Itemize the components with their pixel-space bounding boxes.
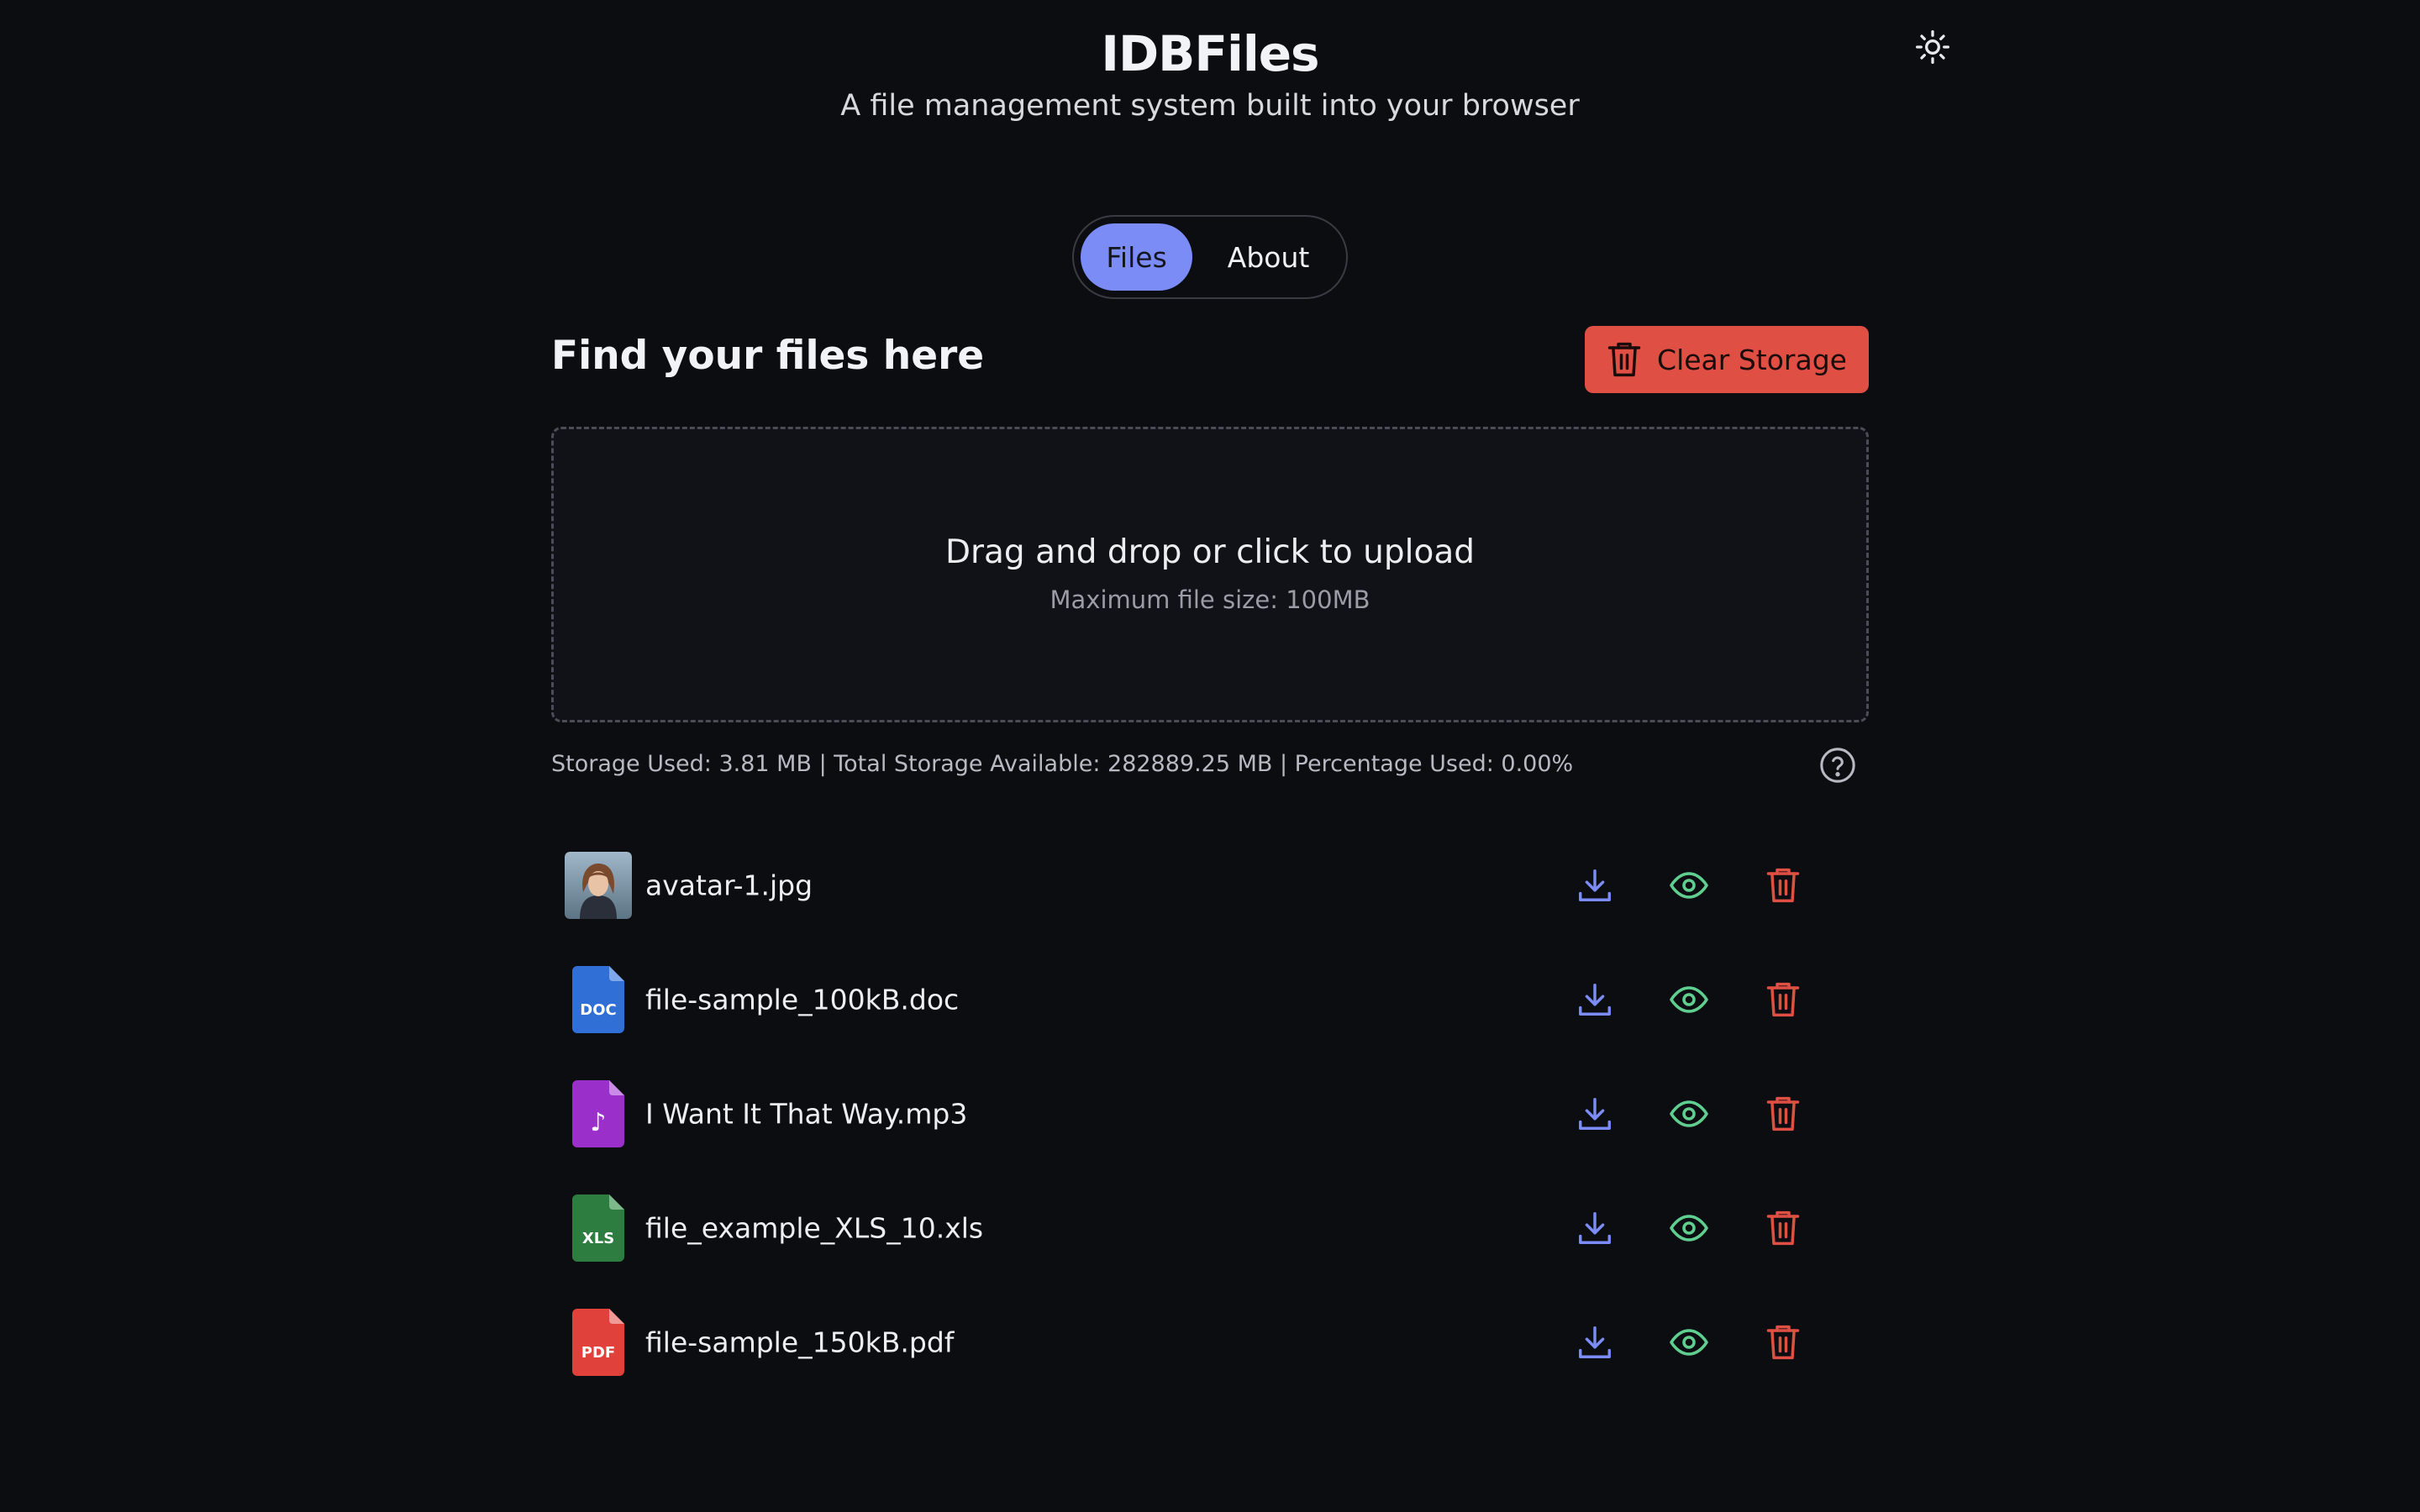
question-circle-icon — [1820, 748, 1855, 783]
trash-icon — [1607, 342, 1641, 377]
doc-file-icon: DOC — [565, 966, 632, 1033]
tab-bar: Files About — [1072, 215, 1348, 299]
view-button[interactable] — [1665, 862, 1712, 909]
upload-dropzone[interactable]: Drag and drop or click to upload Maximum… — [551, 427, 1869, 722]
xls-badge-text: XLS — [582, 1230, 614, 1247]
file-name[interactable]: file_example_XLS_10.xls — [645, 1212, 983, 1245]
tab-files[interactable]: Files — [1081, 223, 1193, 291]
download-button[interactable] — [1571, 976, 1618, 1023]
download-icon — [1579, 984, 1611, 1016]
delete-button[interactable] — [1760, 1205, 1807, 1252]
file-name[interactable]: file-sample_100kB.doc — [645, 984, 959, 1016]
file-row: XLS file_example_XLS_10.xls — [551, 1171, 1869, 1285]
xls-file-icon: XLS — [565, 1194, 632, 1262]
section-title: Find your files here — [551, 333, 985, 379]
pdf-badge-text: PDF — [581, 1344, 615, 1362]
theme-toggle-button[interactable] — [1909, 24, 1956, 71]
avatar-thumbnail — [565, 852, 632, 919]
audio-file-icon: ♪ — [565, 1080, 632, 1147]
file-row: avatar-1.jpg — [551, 828, 1869, 942]
music-note-icon: ♪ — [590, 1108, 606, 1137]
download-icon — [1579, 1098, 1611, 1130]
sun-icon — [1916, 30, 1949, 64]
view-button[interactable] — [1665, 1205, 1712, 1252]
file-row: PDF file-sample_150kB.pdf — [551, 1285, 1869, 1399]
dropzone-subtitle: Maximum file size: 100MB — [1050, 585, 1370, 614]
view-button[interactable] — [1665, 976, 1712, 1023]
delete-button[interactable] — [1760, 1319, 1807, 1366]
trash-icon — [1766, 1096, 1800, 1131]
download-button[interactable] — [1571, 862, 1618, 909]
download-icon — [1579, 1326, 1611, 1358]
storage-info: Storage Used: 3.81 MB | Total Storage Av… — [551, 751, 1574, 777]
app-title: IDBFiles — [1101, 25, 1319, 82]
trash-icon — [1766, 1210, 1800, 1246]
eye-icon — [1670, 1100, 1708, 1127]
clear-storage-label: Clear Storage — [1657, 343, 1847, 376]
file-list: avatar-1.jpg DOC file-sample_100kB.doc ♪… — [551, 828, 1869, 1399]
eye-icon — [1670, 986, 1708, 1013]
file-name[interactable]: I Want It That Way.mp3 — [645, 1098, 967, 1131]
eye-icon — [1670, 1329, 1708, 1356]
pdf-file-icon: PDF — [565, 1309, 632, 1376]
delete-button[interactable] — [1760, 1090, 1807, 1137]
download-icon — [1579, 1212, 1611, 1244]
delete-button[interactable] — [1760, 862, 1807, 909]
eye-icon — [1670, 872, 1708, 899]
view-button[interactable] — [1665, 1319, 1712, 1366]
eye-icon — [1670, 1215, 1708, 1242]
clear-storage-button[interactable]: Clear Storage — [1585, 326, 1869, 393]
trash-icon — [1766, 868, 1800, 903]
doc-badge-text: DOC — [580, 1001, 616, 1019]
download-button[interactable] — [1571, 1319, 1618, 1366]
file-row: ♪ I Want It That Way.mp3 — [551, 1057, 1869, 1171]
view-button[interactable] — [1665, 1090, 1712, 1137]
app-root: IDBFiles A file management system built … — [0, 0, 2420, 1512]
dropzone-title: Drag and drop or click to upload — [944, 533, 1476, 571]
help-button[interactable] — [1818, 746, 1857, 785]
file-name[interactable]: file-sample_150kB.pdf — [645, 1326, 954, 1359]
delete-button[interactable] — [1760, 976, 1807, 1023]
tab-about[interactable]: About — [1197, 223, 1339, 291]
download-icon — [1579, 869, 1611, 901]
file-row: DOC file-sample_100kB.doc — [551, 942, 1869, 1057]
trash-icon — [1766, 982, 1800, 1017]
app-subtitle: A file management system built into your… — [840, 89, 1580, 123]
download-button[interactable] — [1571, 1205, 1618, 1252]
download-button[interactable] — [1571, 1090, 1618, 1137]
trash-icon — [1766, 1325, 1800, 1360]
file-name[interactable]: avatar-1.jpg — [645, 869, 813, 902]
